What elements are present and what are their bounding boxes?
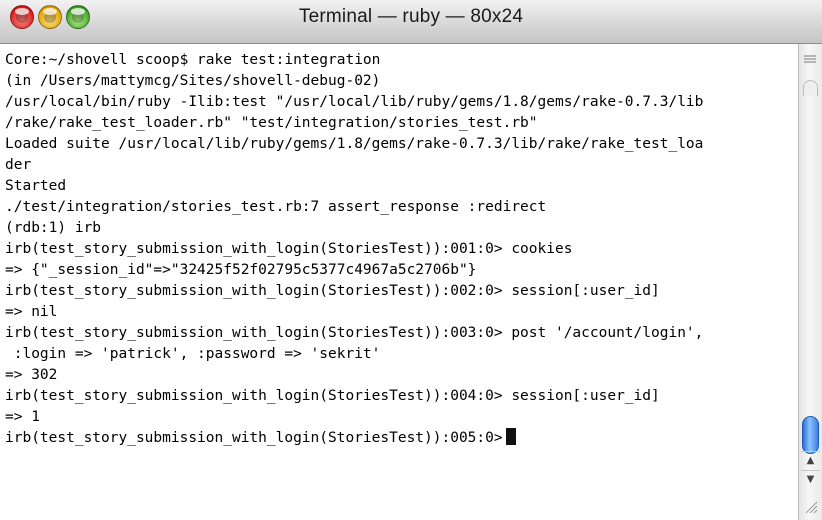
terminal-line: der	[5, 157, 32, 173]
terminal-line: :login => 'patrick', :password => 'sekri…	[5, 346, 381, 362]
terminal-line: irb(test_story_submission_with_login(Sto…	[5, 388, 660, 404]
terminal-line: Started	[5, 178, 67, 194]
scroll-thumb[interactable]	[802, 416, 819, 454]
terminal-line: => 1	[5, 409, 40, 425]
text-cursor	[505, 428, 516, 445]
terminal-line: Core:~/shovell scoop$ rake test:integrat…	[5, 52, 381, 68]
terminal-window: Terminal — ruby — 80x24 Core:~/shovell s…	[0, 0, 822, 520]
resize-grip-icon[interactable]	[804, 500, 818, 514]
scroll-track-top	[803, 80, 818, 96]
terminal-line: (in /Users/mattymcg/Sites/shovell-debug-…	[5, 73, 381, 89]
terminal-prompt-line[interactable]: irb(test_story_submission_with_login(Sto…	[5, 428, 798, 449]
terminal-line: /rake/rake_test_loader.rb" "test/integra…	[5, 115, 538, 131]
terminal-line: irb(test_story_submission_with_login(Sto…	[5, 283, 660, 299]
terminal-line: => 302	[5, 367, 58, 383]
terminal-line: ./test/integration/stories_test.rb:7 ass…	[5, 199, 547, 215]
terminal-line: irb(test_story_submission_with_login(Sto…	[5, 325, 704, 341]
terminal-line: (rdb:1) irb	[5, 220, 102, 236]
terminal-line: => {"_session_id"=>"32425f52f02795c5377c…	[5, 262, 477, 278]
split-pane-icon[interactable]	[804, 54, 816, 64]
terminal-line: irb(test_story_submission_with_login(Sto…	[5, 241, 573, 257]
terminal-line: /usr/local/bin/ruby -Ilib:test "/usr/loc…	[5, 94, 704, 110]
arrow-up-icon[interactable]: ▲	[801, 451, 820, 470]
title-bar[interactable]: Terminal — ruby — 80x24	[0, 0, 822, 44]
vertical-scrollbar[interactable]: ▲ ▼	[798, 44, 822, 520]
terminal-output[interactable]: Core:~/shovell scoop$ rake test:integrat…	[0, 44, 798, 520]
window-title: Terminal — ruby — 80x24	[298, 6, 524, 27]
terminal-line: => nil	[5, 304, 58, 320]
terminal-prompt: irb(test_story_submission_with_login(Sto…	[5, 430, 503, 446]
terminal-line: Loaded suite /usr/local/lib/ruby/gems/1.…	[5, 136, 704, 152]
arrow-down-icon[interactable]: ▼	[801, 470, 820, 489]
